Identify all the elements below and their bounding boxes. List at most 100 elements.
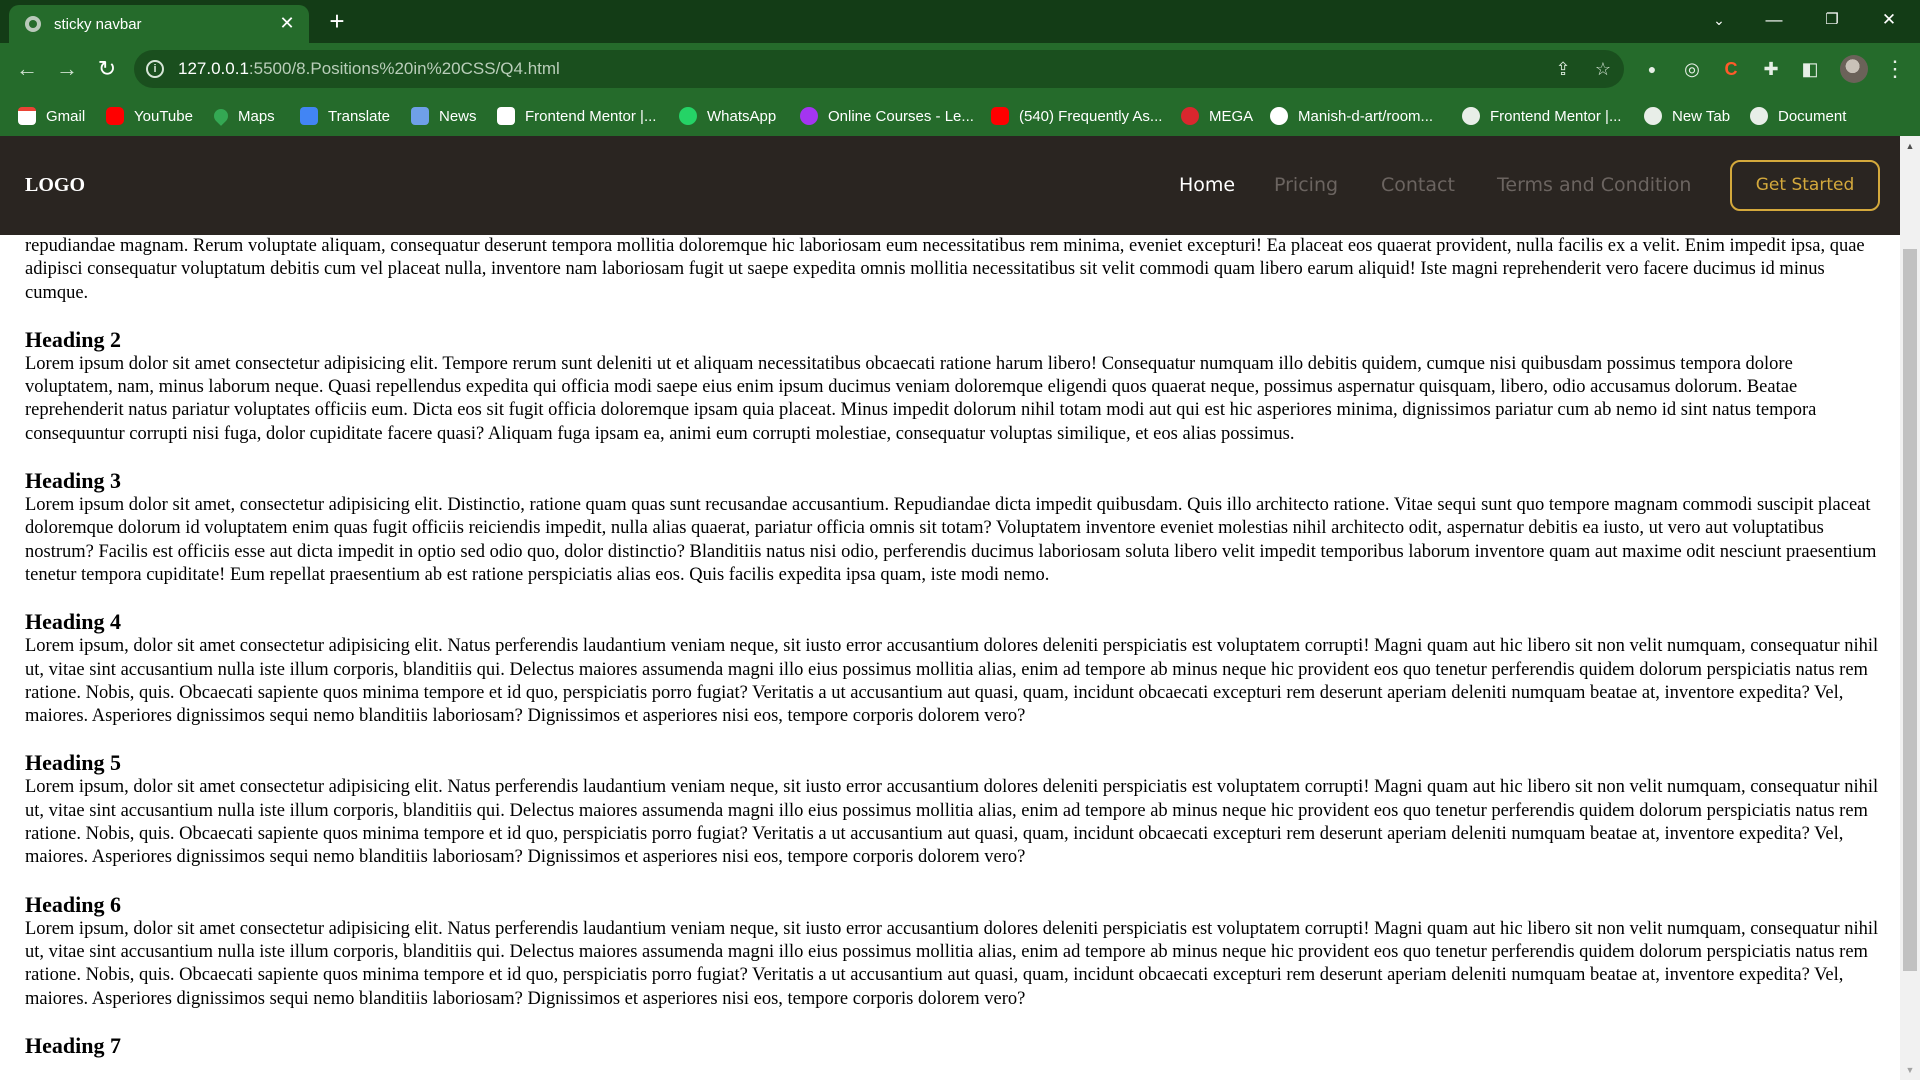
extensions-puzzle-icon[interactable]: ✚ (1759, 57, 1783, 81)
bookmark-star-icon[interactable]: ☆ (1592, 58, 1614, 80)
youtube-icon (991, 107, 1009, 125)
bookmark-news[interactable]: News (411, 104, 477, 128)
bookmark-label: YouTube (134, 107, 193, 125)
nav-link-contact[interactable]: Contact (1381, 174, 1455, 196)
section-paragraph: Lorem ipsum, dolor sit amet consectetur … (25, 918, 1879, 1009)
bookmark-label: Frontend Mentor |... (1490, 107, 1622, 125)
browser-toolbar: ← → ↻ i 127.0.0.1:5500/8.Positions%20in%… (0, 43, 1920, 95)
window-close-button[interactable]: ✕ (1872, 6, 1906, 34)
bookmark-gmail[interactable]: Gmail (18, 104, 85, 128)
scroll-down-arrow-icon[interactable]: ▼ (1900, 1060, 1920, 1080)
bookmark-frontend-mentor-2[interactable]: Frontend Mentor |... (1462, 104, 1621, 128)
forward-arrow-icon[interactable]: → (53, 55, 81, 83)
sticky-navbar: LOGO Home Pricing Contact Terms and Cond… (0, 136, 1900, 235)
section-heading: Heading 7 (25, 1032, 121, 1058)
section-2: Heading 2 Lorem ipsum dolor sit amet con… (25, 326, 1880, 446)
bookmark-online-courses[interactable]: Online Courses - Le... (800, 104, 974, 128)
bookmark-github[interactable]: Manish-d-art/room... (1270, 104, 1433, 128)
paragraph-partial: repudiandae magnam. Rerum voluptate aliq… (25, 236, 1865, 303)
frontend-mentor-icon (497, 107, 515, 125)
section-7: Heading 7 (25, 1032, 1880, 1058)
bookmark-label: WhatsApp (707, 107, 777, 125)
bookmark-youtube[interactable]: YouTube (106, 104, 193, 128)
section-heading: Heading 6 (25, 891, 121, 917)
bookmark-label: MEGA (1209, 107, 1254, 125)
scroll-up-arrow-icon[interactable]: ▲ (1900, 136, 1920, 156)
section-6: Heading 6 Lorem ipsum, dolor sit amet co… (25, 891, 1880, 1011)
section-heading: Heading 3 (25, 468, 121, 494)
tab-search-chevron-down-icon[interactable]: ⌄ (1702, 6, 1736, 34)
minimize-button[interactable]: — (1757, 6, 1791, 34)
section-paragraph: Lorem ipsum, dolor sit amet consectetur … (25, 777, 1879, 868)
section-paragraph: Lorem ipsum dolor sit amet consectetur a… (25, 353, 1817, 444)
extension-target-icon[interactable]: ◎ (1680, 57, 1704, 81)
bookmark-label: Manish-d-art/room... (1298, 107, 1434, 125)
bookmark-label: Maps (238, 107, 275, 125)
extension-c-icon[interactable]: C (1719, 57, 1743, 81)
bookmark-label: Frontend Mentor |... (525, 107, 657, 125)
section-3: Heading 3 Lorem ipsum dolor sit amet, co… (25, 469, 1880, 587)
extension-bulb-icon[interactable]: ● (1640, 57, 1664, 81)
browser-tab-strip: sticky navbar ✕ + ⌄ — ❐ ✕ (0, 0, 1920, 43)
nav-link-home[interactable]: Home (1179, 174, 1235, 196)
logo[interactable]: LOGO (25, 174, 85, 197)
github-icon (1270, 107, 1288, 125)
globe-icon (1644, 107, 1662, 125)
whatsapp-icon (679, 107, 697, 125)
section-5: Heading 5 Lorem ipsum, dolor sit amet co… (25, 751, 1880, 869)
tab-title: sticky navbar (54, 16, 142, 33)
section-paragraph: Lorem ipsum, dolor sit amet consectetur … (25, 636, 1879, 727)
restore-button[interactable]: ❐ (1815, 6, 1849, 34)
translate-icon (300, 107, 318, 125)
bookmark-label: Translate (328, 107, 390, 125)
bookmark-label: (540) Frequently As... (1019, 107, 1163, 125)
reload-icon[interactable]: ↻ (93, 55, 121, 83)
bookmark-maps[interactable]: Maps (211, 104, 275, 128)
globe-icon (1462, 107, 1480, 125)
section-paragraph: Lorem ipsum dolor sit amet, consectetur … (25, 495, 1877, 585)
url-path: :5500/8.Positions%20in%20CSS/Q4.html (248, 59, 560, 78)
gmail-icon (18, 107, 36, 125)
page-viewport: LOGO Home Pricing Contact Terms and Cond… (0, 136, 1920, 1080)
more-menu-icon[interactable]: ⋮ (1884, 55, 1906, 83)
maps-icon (211, 106, 231, 126)
courses-icon (800, 107, 818, 125)
bookmark-whatsapp[interactable]: WhatsApp (679, 104, 776, 128)
back-arrow-icon[interactable]: ← (13, 55, 41, 83)
bookmark-mega[interactable]: MEGA (1181, 104, 1253, 128)
scrollbar-thumb[interactable] (1903, 249, 1917, 971)
close-icon[interactable]: ✕ (277, 13, 297, 33)
mega-icon (1181, 107, 1199, 125)
nav-link-pricing[interactable]: Pricing (1274, 174, 1338, 196)
bookmark-label: New Tab (1672, 107, 1731, 125)
bookmark-youtube-faq[interactable]: (540) Frequently As... (991, 104, 1162, 128)
section-heading: Heading 5 (25, 750, 121, 776)
bookmark-document[interactable]: Document (1750, 104, 1846, 128)
url-text[interactable]: 127.0.0.1:5500/8.Positions%20in%20CSS/Q4… (178, 59, 560, 79)
bookmark-translate[interactable]: Translate (300, 104, 390, 128)
bookmarks-bar: Gmail YouTube Maps Translate News Fronte… (0, 95, 1920, 136)
globe-icon (1750, 107, 1768, 125)
share-icon[interactable]: ⇪ (1552, 58, 1574, 80)
bookmark-label: Gmail (46, 107, 86, 125)
youtube-icon (106, 107, 124, 125)
bookmark-label: Document (1778, 107, 1847, 125)
profile-avatar[interactable] (1840, 55, 1868, 83)
bookmark-new-tab[interactable]: New Tab (1644, 104, 1730, 128)
bookmark-frontend-mentor[interactable]: Frontend Mentor |... (497, 104, 656, 128)
page-scrollbar[interactable]: ▲ ▼ (1900, 136, 1920, 1080)
get-started-button[interactable]: Get Started (1730, 160, 1880, 211)
nav-link-terms[interactable]: Terms and Condition (1497, 174, 1691, 196)
site-info-icon[interactable]: i (146, 60, 164, 78)
address-bar[interactable]: i 127.0.0.1:5500/8.Positions%20in%20CSS/… (134, 50, 1624, 88)
bookmark-label: Online Courses - Le... (828, 107, 974, 125)
section-heading: Heading 4 (25, 609, 121, 635)
new-tab-button[interactable]: + (323, 8, 351, 36)
section-4: Heading 4 Lorem ipsum, dolor sit amet co… (25, 610, 1880, 728)
page-content: repudiandae magnam. Rerum voluptate aliq… (25, 235, 1880, 1059)
browser-tab-active[interactable]: sticky navbar ✕ (9, 5, 309, 43)
section-heading: Heading 2 (25, 326, 121, 352)
side-panel-icon[interactable]: ◧ (1798, 57, 1822, 81)
bookmark-label: News (439, 107, 477, 125)
globe-icon (25, 16, 41, 32)
